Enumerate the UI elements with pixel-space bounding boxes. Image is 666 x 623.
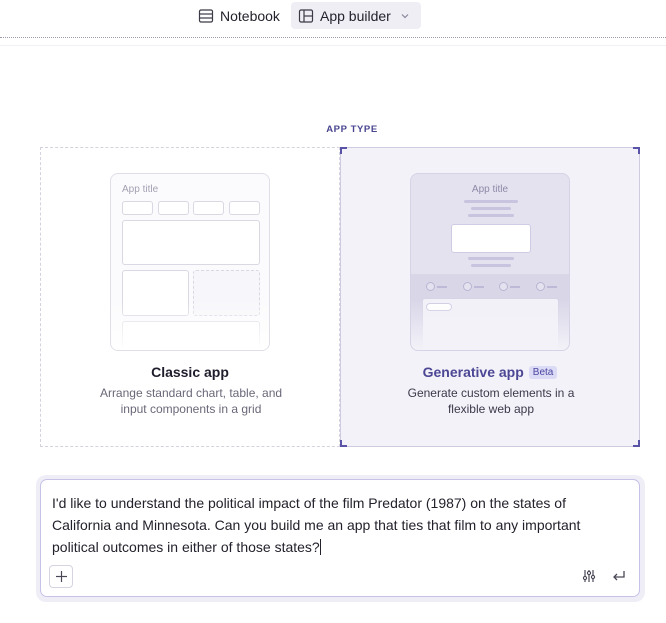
preview-input [122,201,153,215]
classic-app-preview: App title [110,173,270,351]
divider [0,45,666,46]
top-bar: Notebook App builder [0,0,666,33]
tab-notebook[interactable]: Notebook [196,2,286,29]
settings-button[interactable] [581,568,597,584]
classic-app-description: Arrange standard chart, table, and input… [99,386,283,416]
preview-input [193,201,224,215]
selection-corner [633,440,640,447]
selection-corner [340,147,347,154]
preview-step [463,282,472,291]
preview-text-line [468,214,514,217]
submit-button[interactable] [611,568,627,584]
preview-step [499,282,508,291]
tab-app-builder[interactable]: App builder [291,2,421,29]
preview-fade [411,300,569,350]
prompt-value: I'd like to understand the political imp… [52,495,581,555]
preview-text-line [471,264,511,267]
chevron-down-icon[interactable] [400,11,410,21]
text-caret [319,539,321,555]
prompt-text[interactable]: I'd like to understand the political imp… [52,492,612,558]
classic-app-card[interactable]: App title Classic app Arrange standard c… [40,147,340,447]
preview-text-line [468,257,514,260]
add-icon [55,570,68,583]
divider [0,37,666,38]
prompt-input[interactable]: I'd like to understand the political imp… [40,479,640,597]
preview-app-title: App title [471,184,509,195]
add-attachment-button[interactable] [49,565,73,588]
preview-fade [111,300,269,350]
preview-step-line [474,286,484,288]
enter-icon [612,569,626,583]
preview-text-line [464,200,518,203]
tab-app-builder-label: App builder [320,7,391,24]
app-builder-icon [298,8,314,24]
generative-app-card[interactable]: App title Generative app Beta Generate cu… [340,147,640,447]
generative-app-description: Generate custom elements in a flexible w… [407,386,575,416]
beta-badge: Beta [528,366,558,379]
preview-input [229,201,260,215]
preview-step [426,282,435,291]
classic-app-title: Classic app [151,364,229,380]
tab-notebook-label: Notebook [220,7,280,24]
preview-text-line [471,207,511,210]
generative-app-title: Generative app Beta [341,364,639,380]
preview-app-title: App title [122,184,159,195]
preview-input [158,201,189,215]
preview-step [536,282,545,291]
notebook-icon [198,8,214,24]
selection-corner [633,147,640,154]
preview-card [451,224,531,253]
preview-step-line [437,286,447,288]
preview-chart [122,220,260,265]
generative-app-title-text: Generative app [422,364,524,380]
preview-step-line [547,286,557,288]
preview-step-line [510,286,520,288]
selection-corner [340,440,347,447]
settings-sliders-icon [582,569,596,583]
generative-app-preview: App title [410,173,570,351]
app-type-label: APP TYPE [326,124,378,135]
